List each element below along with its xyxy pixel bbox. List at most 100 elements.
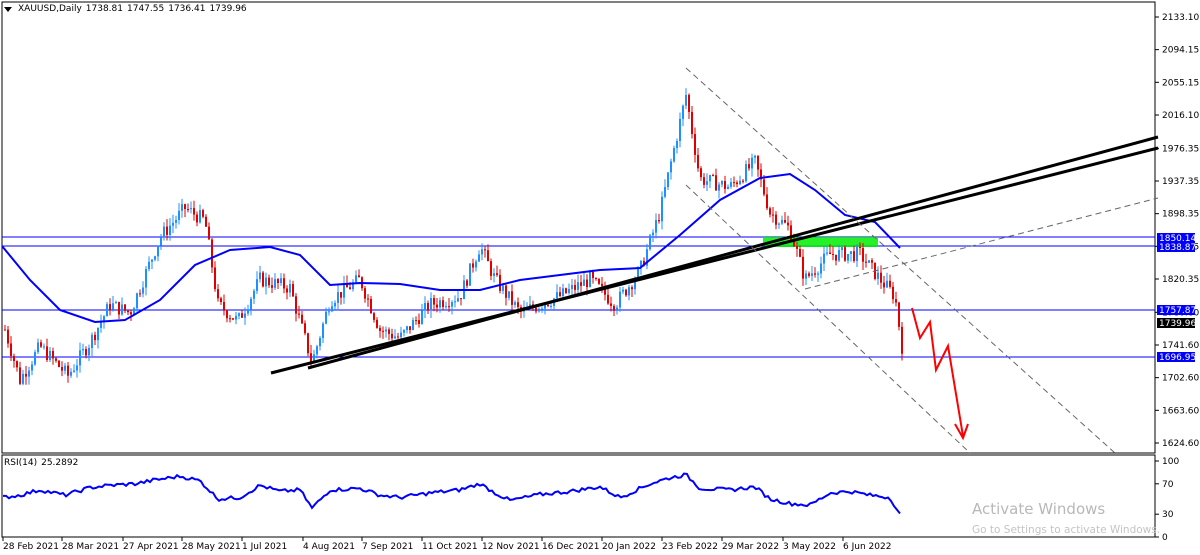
candle xyxy=(277,278,279,289)
candle xyxy=(583,271,585,286)
candle xyxy=(748,158,750,171)
candle xyxy=(352,279,354,292)
price-tick-label: 2016.10 xyxy=(1162,111,1199,121)
trendline-lower[interactable] xyxy=(307,135,1159,370)
candle xyxy=(76,358,78,378)
candle xyxy=(256,271,258,295)
candle xyxy=(340,292,342,305)
candle xyxy=(676,138,678,154)
candle xyxy=(625,288,627,297)
candle xyxy=(52,347,54,365)
candle xyxy=(148,256,150,272)
candle xyxy=(442,296,444,311)
candle xyxy=(100,314,102,333)
candle xyxy=(145,266,147,296)
candle xyxy=(649,233,651,251)
candle xyxy=(16,360,18,372)
candle xyxy=(685,88,687,110)
candle xyxy=(25,366,27,385)
candle xyxy=(94,331,96,346)
candle xyxy=(574,279,576,295)
date-tick-label: 12 Nov 2021 xyxy=(482,542,540,552)
candle xyxy=(241,309,243,319)
candle xyxy=(319,336,321,351)
candle xyxy=(235,312,237,325)
channel-upper-dashed[interactable] xyxy=(685,67,1116,454)
candle xyxy=(364,286,366,303)
candle xyxy=(211,237,213,273)
date-axis: 28 Feb 2021 28 Mar 2021 27 Apr 2021 28 May … xyxy=(2,537,891,552)
candle xyxy=(655,213,657,239)
candle xyxy=(409,326,411,334)
candle xyxy=(301,310,303,325)
candle xyxy=(865,253,867,268)
candle xyxy=(838,244,840,263)
candle xyxy=(766,187,768,211)
candle xyxy=(544,303,546,315)
candle xyxy=(799,245,801,258)
candle xyxy=(382,326,384,339)
candle xyxy=(781,215,783,226)
trendline-upper[interactable] xyxy=(270,146,1159,375)
candle xyxy=(430,292,432,319)
candle xyxy=(49,347,51,362)
candle xyxy=(433,294,435,312)
candle xyxy=(358,269,360,278)
candle xyxy=(889,274,891,289)
candle xyxy=(22,369,24,386)
candle xyxy=(262,270,264,288)
price-tick-label: 1898.35 xyxy=(1162,210,1199,220)
candle xyxy=(331,301,333,313)
candle xyxy=(280,273,282,286)
date-tick-label: 7 Sep 2021 xyxy=(362,542,413,552)
candle xyxy=(499,269,501,294)
candle xyxy=(730,177,732,189)
date-tick-label: 20 Jan 2022 xyxy=(602,542,656,552)
date-tick-label: 29 Mar 2022 xyxy=(722,542,779,552)
candle xyxy=(736,180,738,188)
candle xyxy=(199,204,201,224)
candle xyxy=(862,243,864,270)
candle xyxy=(703,173,705,189)
candle xyxy=(760,163,762,188)
date-tick-label: 28 Mar 2021 xyxy=(62,542,119,552)
candle xyxy=(607,288,609,305)
rsi-tick-label: 70 xyxy=(1162,480,1174,490)
candle xyxy=(205,214,207,227)
candle xyxy=(172,214,174,234)
candle xyxy=(541,306,543,313)
candle xyxy=(220,296,222,305)
date-tick-label: 28 May 2021 xyxy=(182,542,241,552)
candle xyxy=(598,277,600,285)
candle xyxy=(769,206,771,218)
price-axis: 2133.10 2094.15 2055.15 2016.10 1976.35 1937.… xyxy=(1155,13,1199,449)
candle xyxy=(628,284,630,301)
candle xyxy=(454,295,456,308)
candle xyxy=(82,343,84,355)
price-tick-label: 1820.35 xyxy=(1162,275,1199,285)
candle xyxy=(508,291,510,301)
candle xyxy=(292,280,294,298)
candle xyxy=(67,361,69,383)
candle xyxy=(310,345,312,369)
candle xyxy=(496,265,498,277)
candle xyxy=(217,284,219,302)
candle xyxy=(646,243,648,270)
candle xyxy=(376,317,378,329)
level-label: 1739.96 xyxy=(1157,318,1196,329)
candle xyxy=(886,272,888,289)
candle xyxy=(895,291,897,307)
candle xyxy=(631,285,633,298)
chart-canvas[interactable]: 2133.10 2094.15 2055.15 2016.10 1976.35 1937.… xyxy=(0,0,1200,555)
candle xyxy=(289,279,291,297)
price-tick-label: 1663.60 xyxy=(1162,406,1199,416)
candle xyxy=(259,265,261,283)
candle xyxy=(346,275,348,288)
watermark-title: Activate Windows xyxy=(972,500,1106,518)
candle xyxy=(286,285,288,300)
candle xyxy=(460,298,462,306)
candle xyxy=(379,325,381,338)
candle xyxy=(469,263,471,286)
candle xyxy=(547,304,549,308)
candle xyxy=(34,349,36,366)
